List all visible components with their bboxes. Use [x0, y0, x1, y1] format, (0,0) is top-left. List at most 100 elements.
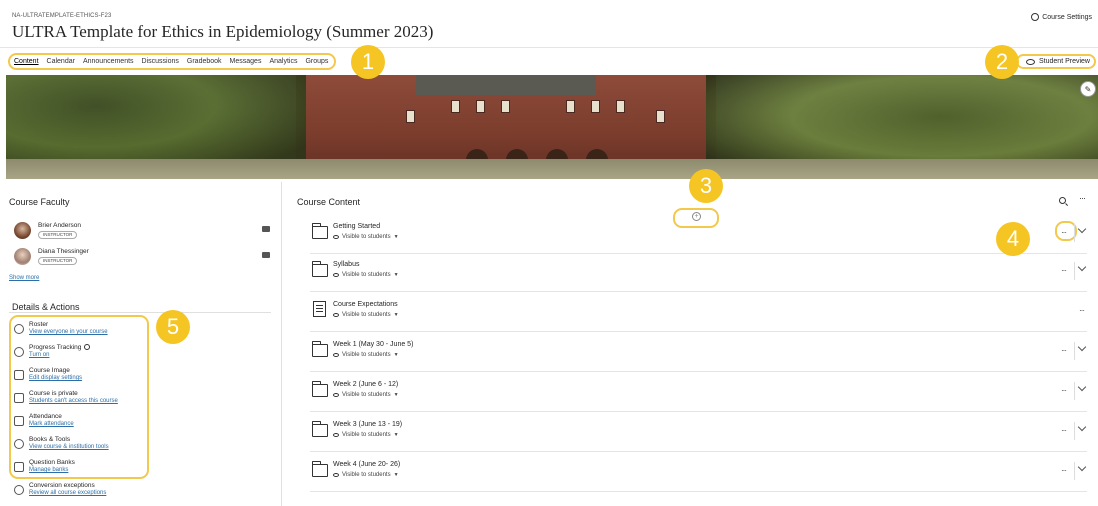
content-item-week-1[interactable]: Week 1 (May 30 - June 5) Visible to stud… — [310, 336, 1087, 372]
banner-window — [476, 100, 485, 113]
page-title: ULTRA Template for Ethics in Epidemiolog… — [12, 22, 434, 41]
caret-down-icon: ▼ — [393, 392, 399, 398]
image-icon — [14, 370, 24, 380]
more-options-icon[interactable]: ··· — [1061, 466, 1067, 475]
detail-attendance: Attendance Mark attendance — [14, 413, 214, 435]
caret-down-icon: ▼ — [393, 234, 399, 240]
detail-title: Roster — [29, 321, 49, 328]
info-icon[interactable] — [84, 344, 91, 351]
more-options-icon[interactable]: ··· — [1061, 346, 1067, 355]
folder-icon — [312, 421, 328, 437]
detail-title: Attendance — [29, 413, 62, 420]
divider — [9, 312, 271, 313]
content-item-title[interactable]: Week 2 (June 6 - 12) — [333, 381, 398, 388]
content-item-title[interactable]: Course Expectations — [333, 301, 398, 308]
detail-title: Conversion exceptions — [29, 482, 95, 489]
visibility-dropdown[interactable]: Visible to students ▼ — [333, 234, 399, 240]
content-item-title[interactable]: Syllabus — [333, 261, 359, 268]
eye-icon — [1026, 58, 1036, 65]
content-item-getting-started[interactable]: Getting Started Visible to students ▼ ··· — [310, 218, 1087, 254]
more-options-icon[interactable]: ··· — [1061, 266, 1067, 275]
content-item-title[interactable]: Week 1 (May 30 - June 5) — [333, 341, 413, 348]
content-item-syllabus[interactable]: Syllabus Visible to students ▼ ··· — [310, 256, 1087, 292]
chevron-down-icon[interactable] — [1077, 422, 1087, 432]
callout-2: 2 — [985, 45, 1019, 79]
visibility-dropdown[interactable]: Visible to students ▼ — [333, 352, 399, 358]
detail-link[interactable]: View course & institution tools — [29, 444, 109, 450]
callout-3: 3 — [689, 169, 723, 203]
detail-link[interactable]: Students can't access this course — [29, 398, 118, 404]
caret-down-icon: ▼ — [393, 352, 399, 358]
more-options-icon[interactable]: ··· — [1079, 193, 1086, 203]
visibility-dropdown[interactable]: Visible to students ▼ — [333, 312, 399, 318]
visibility-label: Visible to students — [342, 352, 391, 358]
visibility-label: Visible to students — [342, 312, 391, 318]
chevron-down-icon[interactable] — [1077, 262, 1087, 272]
tab-discussions[interactable]: Discussions — [142, 58, 179, 65]
more-options-icon[interactable]: ··· — [1061, 426, 1067, 435]
more-options-icon[interactable]: ··· — [1079, 306, 1085, 315]
content-item-title[interactable]: Week 4 (June 20- 26) — [333, 461, 400, 468]
detail-link[interactable]: Edit display settings — [29, 375, 82, 381]
student-preview-button[interactable]: Student Preview — [1016, 54, 1096, 69]
detail-title-text: Progress Tracking — [29, 344, 82, 351]
message-icon[interactable] — [262, 252, 270, 258]
chevron-down-icon[interactable] — [1077, 224, 1087, 234]
tab-groups[interactable]: Groups — [305, 58, 328, 65]
course-nav: Content Calendar Announcements Discussio… — [0, 47, 1098, 73]
detail-books-tools: Books & Tools View course & institution … — [14, 436, 214, 458]
more-options-icon[interactable]: ··· — [1061, 386, 1067, 395]
content-item-week-2[interactable]: Week 2 (June 6 - 12) Visible to students… — [310, 376, 1087, 412]
callout-5: 5 — [156, 310, 190, 344]
faculty-member[interactable]: Diana Thessinger INSTRUCTOR — [14, 248, 274, 268]
roster-icon — [14, 324, 24, 334]
search-icon[interactable] — [1059, 197, 1066, 204]
attendance-icon — [14, 416, 24, 426]
tab-analytics[interactable]: Analytics — [269, 58, 297, 65]
progress-check-icon — [14, 347, 24, 357]
message-icon[interactable] — [262, 226, 270, 232]
course-faculty-heading: Course Faculty — [9, 197, 70, 207]
faculty-member[interactable]: Brier Anderson INSTRUCTOR — [14, 222, 274, 242]
content-item-week-3[interactable]: Week 3 (June 13 - 19) Visible to student… — [310, 416, 1087, 452]
detail-link[interactable]: Review all course exceptions — [29, 490, 106, 496]
visibility-dropdown[interactable]: Visible to students ▼ — [333, 392, 399, 398]
detail-title: Progress Tracking — [29, 344, 91, 351]
visibility-label: Visible to students — [342, 472, 391, 478]
conversion-icon — [14, 485, 24, 495]
detail-link[interactable]: Manage banks — [29, 467, 68, 473]
eye-icon — [333, 473, 339, 477]
course-id: NA-ULTRATEMPLATE-ETHICS-F23 — [12, 13, 112, 19]
folder-icon — [312, 223, 328, 239]
show-more-link[interactable]: Show more — [9, 275, 39, 281]
role-badge: INSTRUCTOR — [38, 257, 78, 265]
detail-link[interactable]: View everyone in your course — [29, 329, 108, 335]
visibility-dropdown[interactable]: Visible to students ▼ — [333, 472, 399, 478]
tab-announcements[interactable]: Announcements — [83, 58, 134, 65]
lock-icon — [14, 393, 24, 403]
course-settings-button[interactable]: Course Settings — [1031, 13, 1092, 21]
chevron-down-icon[interactable] — [1077, 342, 1087, 352]
divider — [1074, 422, 1075, 440]
chevron-down-icon[interactable] — [1077, 382, 1087, 392]
detail-link[interactable]: Turn on — [29, 352, 49, 358]
detail-link[interactable]: Mark attendance — [29, 421, 74, 427]
tab-messages[interactable]: Messages — [230, 58, 262, 65]
content-item-course-expectations[interactable]: Course Expectations Visible to students ▼… — [310, 296, 1087, 332]
content-item-title[interactable]: Getting Started — [333, 223, 380, 230]
eye-icon — [333, 353, 339, 357]
more-options-icon[interactable]: ··· — [1061, 228, 1067, 237]
callout-4: 4 — [996, 222, 1030, 256]
detail-title: Course is private — [29, 390, 78, 397]
edit-banner-pencil-icon[interactable]: ✎ — [1080, 81, 1096, 97]
content-item-title[interactable]: Week 3 (June 13 - 19) — [333, 421, 402, 428]
tab-calendar[interactable]: Calendar — [47, 58, 75, 65]
divider — [1074, 382, 1075, 400]
caret-down-icon: ▼ — [393, 272, 399, 278]
tab-content[interactable]: Content — [14, 58, 39, 65]
content-item-week-4[interactable]: Week 4 (June 20- 26) Visible to students… — [310, 456, 1087, 492]
visibility-dropdown[interactable]: Visible to students ▼ — [333, 432, 399, 438]
tab-gradebook[interactable]: Gradebook — [187, 58, 222, 65]
visibility-dropdown[interactable]: Visible to students ▼ — [333, 272, 399, 278]
chevron-down-icon[interactable] — [1077, 462, 1087, 472]
